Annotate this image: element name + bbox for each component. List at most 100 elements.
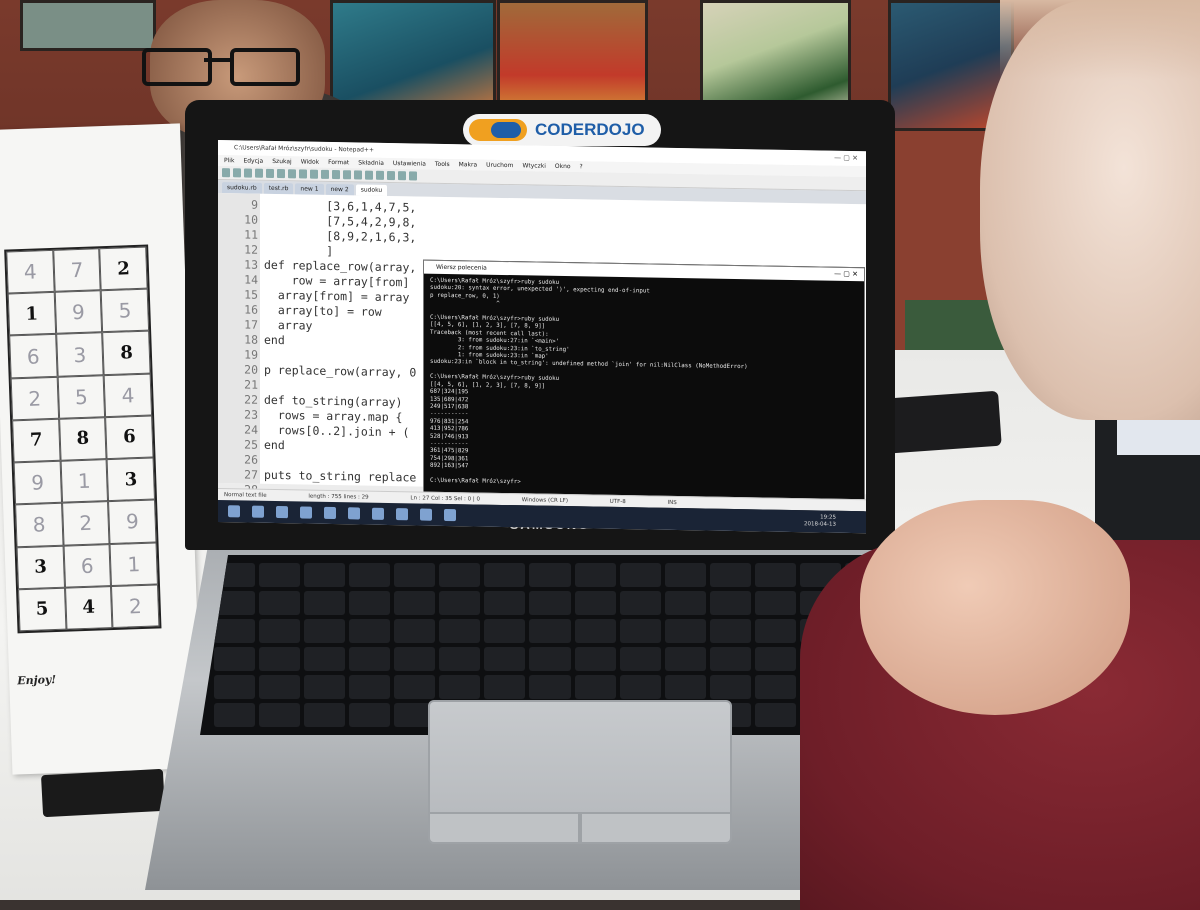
edge-browser-icon[interactable] xyxy=(324,506,336,520)
menu-item[interactable]: Plik xyxy=(224,155,234,166)
code-editor[interactable]: 9 [3,6,1,4,7,5, 10 [7,5,4,2,9,8, 11 [8,9,2… xyxy=(218,193,866,515)
file-explorer-icon[interactable] xyxy=(348,507,360,520)
keyboard-key[interactable] xyxy=(754,703,796,727)
touchpad[interactable] xyxy=(428,700,732,844)
keyboard-key[interactable] xyxy=(259,647,301,671)
editor-tab[interactable]: new 2 xyxy=(325,183,354,196)
keyboard-key[interactable] xyxy=(754,675,796,699)
keyboard-key[interactable] xyxy=(484,619,526,643)
keyboard-key[interactable] xyxy=(574,591,616,615)
keyboard-key[interactable] xyxy=(304,675,346,699)
save-icon[interactable] xyxy=(244,168,252,178)
wrap-icon[interactable] xyxy=(387,170,395,181)
search-icon[interactable] xyxy=(252,505,264,518)
zoom-out-icon[interactable] xyxy=(376,170,384,180)
redo-icon[interactable] xyxy=(332,169,340,180)
keyboard-key[interactable] xyxy=(574,647,616,671)
keyboard-key[interactable] xyxy=(394,563,436,587)
cmd-taskbar-icon[interactable] xyxy=(444,508,456,522)
keyboard-key[interactable] xyxy=(259,619,301,643)
taskbar-clock[interactable]: 19:25 2018-04-13 xyxy=(804,514,836,529)
keyboard-key[interactable] xyxy=(619,619,661,643)
editor-tab[interactable]: sudoku.rb xyxy=(222,182,262,194)
keyboard-key[interactable] xyxy=(439,647,481,671)
keyboard-key[interactable] xyxy=(484,563,526,587)
close-icon[interactable] xyxy=(266,168,274,178)
copy-icon[interactable] xyxy=(299,169,307,179)
keyboard-key[interactable] xyxy=(394,675,436,699)
keyboard-key[interactable] xyxy=(439,619,481,643)
menu-item[interactable]: Wtyczki xyxy=(522,160,545,171)
task-view-icon[interactable] xyxy=(276,506,288,519)
keyboard-key[interactable] xyxy=(709,675,751,699)
code-line[interactable]: ] xyxy=(264,243,333,259)
keyboard-key[interactable] xyxy=(394,619,436,643)
keyboard-key[interactable] xyxy=(304,619,346,643)
keyboard-key[interactable] xyxy=(214,619,256,643)
code-line[interactable]: puts to_string replace xyxy=(264,468,416,486)
keyboard-key[interactable] xyxy=(484,675,526,699)
new-file-icon[interactable] xyxy=(222,168,230,178)
paste-icon[interactable] xyxy=(310,169,318,179)
keyboard-key[interactable] xyxy=(619,675,661,699)
keyboard-key[interactable] xyxy=(349,703,391,727)
keyboard-key[interactable] xyxy=(664,647,706,671)
keyboard-key[interactable] xyxy=(484,647,526,671)
find-icon[interactable] xyxy=(343,170,351,180)
keyboard-key[interactable] xyxy=(259,675,301,699)
keyboard-key[interactable] xyxy=(709,591,751,615)
keyboard-key[interactable] xyxy=(664,563,706,587)
keyboard-key[interactable] xyxy=(754,591,796,615)
keyboard-key[interactable] xyxy=(484,591,526,615)
menu-item[interactable]: ? xyxy=(580,161,583,172)
cmd-window-controls[interactable]: — ▢ ✕ xyxy=(834,268,858,281)
keyboard-key[interactable] xyxy=(619,591,661,615)
keyboard-key[interactable] xyxy=(304,703,346,727)
touchpad-right-button[interactable] xyxy=(580,812,732,844)
keyboard-key[interactable] xyxy=(394,647,436,671)
keyboard-key[interactable] xyxy=(754,647,796,671)
keyboard-key[interactable] xyxy=(664,675,706,699)
keyboard-key[interactable] xyxy=(214,703,256,727)
keyboard-key[interactable] xyxy=(619,563,661,587)
menu-item[interactable]: Edycja xyxy=(243,155,263,166)
menu-item[interactable]: Szukaj xyxy=(272,156,291,167)
keyboard-key[interactable] xyxy=(349,563,391,587)
keyboard-key[interactable] xyxy=(259,703,301,727)
keyboard-key[interactable] xyxy=(439,675,481,699)
code-line[interactable]: rows[0..2].join + ( xyxy=(264,423,410,441)
record-macro-icon[interactable] xyxy=(398,171,406,181)
keyboard-key[interactable] xyxy=(349,591,391,615)
keyboard-key[interactable] xyxy=(529,591,571,615)
editor-tab[interactable]: new 1 xyxy=(295,183,324,195)
play-macro-icon[interactable] xyxy=(409,171,417,181)
notepad-plus-plus-icon[interactable] xyxy=(300,506,312,519)
undo-icon[interactable] xyxy=(321,169,329,179)
keyboard-key[interactable] xyxy=(349,619,391,643)
keyboard-key[interactable] xyxy=(259,591,301,615)
keyboard-key[interactable] xyxy=(709,563,751,587)
keyboard-key[interactable] xyxy=(709,619,751,643)
code-line[interactable]: array xyxy=(264,318,313,334)
code-line[interactable]: end xyxy=(264,333,285,348)
editor-tab[interactable]: sudoku xyxy=(355,184,388,196)
menu-item[interactable]: Makra xyxy=(459,159,477,170)
keyboard-key[interactable] xyxy=(529,619,571,643)
keyboard-key[interactable] xyxy=(574,675,616,699)
touchpad-left-button[interactable] xyxy=(428,812,580,844)
window-controls[interactable]: — ▢ ✕ xyxy=(834,151,858,166)
keyboard-key[interactable] xyxy=(529,563,571,587)
replace-icon[interactable] xyxy=(354,170,362,180)
menu-item[interactable]: Widok xyxy=(301,156,319,167)
keyboard-key[interactable] xyxy=(304,563,346,587)
keyboard-key[interactable] xyxy=(304,647,346,671)
store-icon[interactable] xyxy=(372,507,384,520)
keyboard-key[interactable] xyxy=(439,563,481,587)
keyboard-key[interactable] xyxy=(394,591,436,615)
cut-icon[interactable] xyxy=(288,169,296,179)
menu-item[interactable]: Uruchom xyxy=(486,160,513,171)
save-all-icon[interactable] xyxy=(255,168,263,178)
menu-item[interactable]: Składnia xyxy=(358,157,384,168)
keyboard-key[interactable] xyxy=(754,619,796,643)
command-prompt-window[interactable]: Wiersz polecenia — ▢ ✕ C:\Users\Rafał Mr… xyxy=(423,259,865,515)
